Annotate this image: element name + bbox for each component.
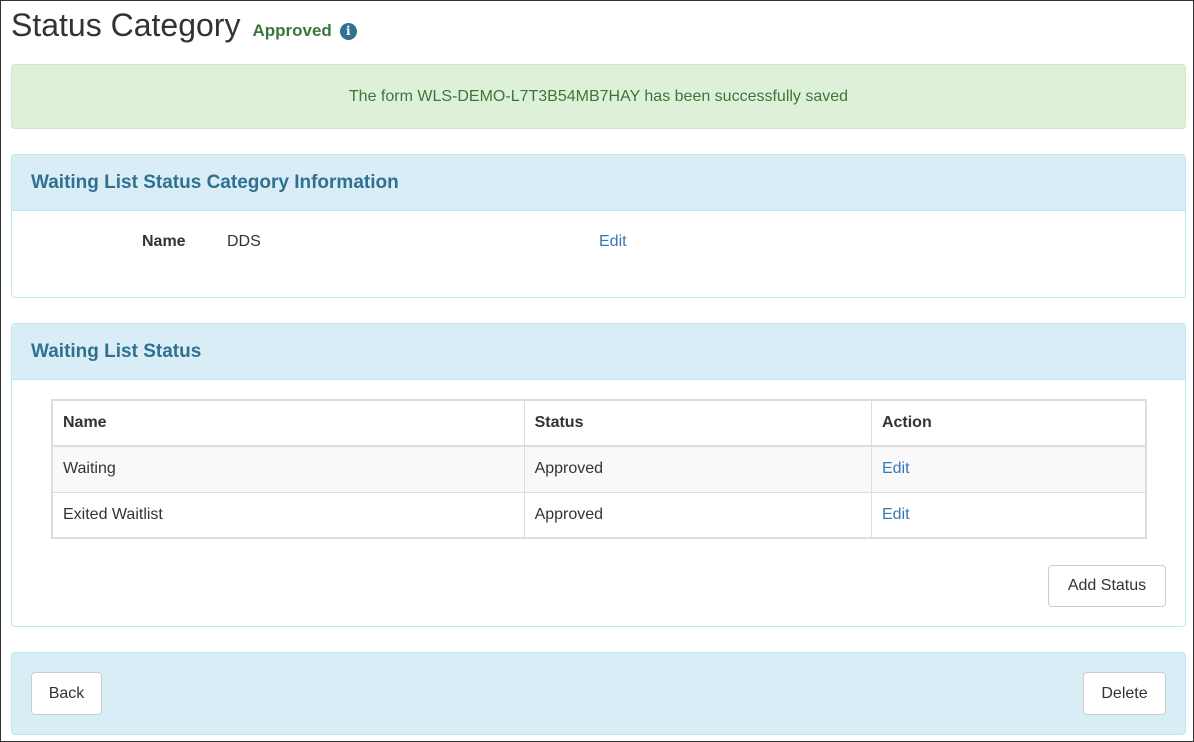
table-header-row: Name Status Action: [51, 399, 1147, 447]
row-status-cell: Approved: [523, 445, 872, 493]
page-frame: Status Category Approved i The form WLS-…: [0, 0, 1194, 742]
page-header: Status Category Approved i: [11, 7, 357, 44]
table-row: Waiting Approved Edit: [51, 445, 1147, 493]
name-row: Name DDS Edit: [12, 211, 1185, 297]
row-action-cell: Edit: [870, 491, 1147, 539]
footer-action-bar: Back Delete: [11, 652, 1186, 735]
name-value: DDS: [227, 233, 261, 250]
row-name-cell: Waiting: [51, 445, 525, 493]
edit-name-link[interactable]: Edit: [599, 233, 627, 251]
delete-button[interactable]: Delete: [1083, 672, 1166, 715]
table-row: Exited Waitlist Approved Edit: [51, 491, 1147, 539]
column-header-action: Action: [870, 399, 1147, 447]
row-action-cell: Edit: [870, 445, 1147, 493]
success-alert: The form WLS-DEMO-L7T3B54MB7HAY has been…: [11, 64, 1186, 129]
row-status-cell: Approved: [523, 491, 872, 539]
waiting-list-status-panel: Waiting List Status Name Status Action W…: [11, 323, 1186, 627]
waiting-list-status-heading: Waiting List Status: [12, 324, 1185, 380]
info-circle-icon[interactable]: i: [339, 23, 357, 40]
name-label: Name: [142, 233, 186, 250]
column-header-status[interactable]: Status: [523, 399, 872, 447]
status-label: Approved: [252, 21, 332, 40]
back-button[interactable]: Back: [31, 672, 102, 715]
status-table: Name Status Action Waiting Approved Edit…: [51, 399, 1147, 539]
edit-row-link[interactable]: Edit: [882, 460, 910, 477]
edit-row-link[interactable]: Edit: [882, 506, 910, 523]
column-header-name[interactable]: Name: [51, 399, 525, 447]
category-info-panel: Waiting List Status Category Information…: [11, 154, 1186, 298]
add-status-button[interactable]: Add Status: [1048, 565, 1166, 607]
row-name-cell: Exited Waitlist: [51, 491, 525, 539]
alert-message: The form WLS-DEMO-L7T3B54MB7HAY has been…: [348, 87, 849, 105]
page-title: Status Category: [11, 7, 241, 43]
category-info-heading: Waiting List Status Category Information: [12, 155, 1185, 211]
